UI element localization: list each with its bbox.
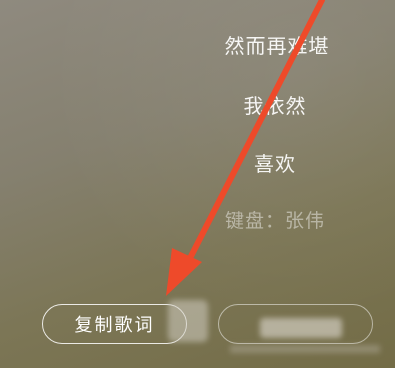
annotation-arrow: [166, 0, 325, 296]
annotation-arrow-head: [166, 248, 202, 296]
annotation-arrow-shaft: [183, 0, 325, 269]
